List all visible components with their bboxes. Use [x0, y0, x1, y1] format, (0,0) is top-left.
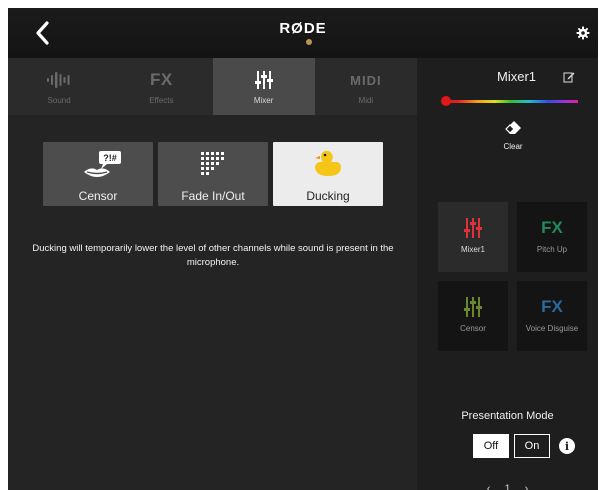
pad-label: Voice Disguise: [525, 324, 579, 333]
effects-area: ?!# Censor Fade In/Out Ducking Ducking w…: [8, 115, 417, 490]
info-icon[interactable]: i: [559, 438, 575, 454]
censor-lips-icon: ?!#: [84, 151, 121, 177]
top-bar: RØDE: [8, 8, 598, 58]
pad-label: Censor: [460, 324, 486, 333]
mode-tabs: Sound FX Effects Mixer MIDI Midi: [8, 58, 417, 115]
fade-grid-icon: [201, 152, 224, 175]
edit-icon: [563, 72, 575, 83]
clear-label: Clear: [503, 142, 523, 151]
pager-page-number: 1: [504, 483, 511, 490]
midi-icon: MIDI: [350, 72, 382, 88]
pad-label: Pitch Up: [536, 245, 568, 254]
eraser-icon: [505, 121, 521, 134]
effect-description: Ducking will temporarily lower the level…: [32, 243, 394, 268]
tab-sound[interactable]: Sound: [8, 58, 110, 115]
fx-icon: FX: [150, 70, 173, 89]
tab-label: Mixer: [253, 96, 274, 105]
tab-midi[interactable]: MIDI Midi: [315, 58, 417, 115]
fx-icon: FX: [541, 218, 563, 237]
mixer-sliders-icon: [254, 71, 273, 89]
effect-label: Ducking: [306, 189, 350, 203]
effect-card-ducking[interactable]: Ducking: [273, 142, 383, 206]
waveform-icon: [47, 72, 70, 88]
gear-icon: [576, 26, 590, 40]
clear-button[interactable]: Clear: [501, 119, 525, 151]
pad-name: Mixer1: [497, 69, 537, 84]
pad-voice-disguise[interactable]: FX Voice Disguise: [517, 281, 587, 351]
rode-logo: RØDE: [279, 20, 327, 37]
duck-icon: [315, 150, 341, 176]
color-track: [444, 100, 578, 103]
pad-panel: Mixer1 Clear Mixer1 FX Pitch Up Censor F…: [417, 58, 598, 490]
pad-grid: Mixer1 FX Pitch Up Censor FX Voice Disgu…: [438, 202, 587, 351]
effect-options: ?!# Censor Fade In/Out Ducking: [43, 142, 383, 206]
effect-label: Fade In/Out: [181, 189, 245, 203]
pad-label: Mixer1: [460, 245, 485, 254]
effect-label: Censor: [78, 189, 118, 203]
tab-label: Midi: [358, 96, 374, 105]
pager-next-button[interactable]: ›: [525, 483, 529, 490]
logo-dot: [306, 39, 312, 45]
tab-label: Effects: [149, 96, 174, 105]
presentation-mode-title: Presentation Mode: [461, 410, 554, 422]
pager-prev-button[interactable]: ‹: [487, 483, 491, 490]
color-slider[interactable]: [441, 96, 578, 106]
presentation-on-button[interactable]: On: [514, 434, 550, 458]
edit-name-button[interactable]: [563, 70, 575, 83]
app-window: RØDE Sound FX Effects Mixer MIDI Midi ?!…: [8, 8, 598, 490]
effect-card-fade[interactable]: Fade In/Out: [158, 142, 268, 206]
censor-symbols: ?!#: [103, 153, 117, 163]
presentation-off-button[interactable]: Off: [473, 434, 509, 458]
mixer-sliders-icon: [464, 297, 482, 317]
tab-mixer[interactable]: Mixer: [212, 58, 315, 115]
pad-censor[interactable]: Censor: [438, 281, 508, 351]
pad-mixer1[interactable]: Mixer1: [438, 202, 508, 272]
effect-card-censor[interactable]: ?!# Censor: [43, 142, 153, 206]
tab-effects[interactable]: FX Effects: [110, 58, 212, 115]
tab-label: Sound: [47, 96, 71, 105]
mixer-sliders-icon: [464, 218, 482, 238]
presentation-mode-toggle: Off On i: [473, 434, 575, 458]
fx-icon: FX: [541, 297, 563, 316]
settings-button[interactable]: [576, 26, 590, 40]
color-slider-knob[interactable]: [441, 96, 451, 106]
pad-pitch-up[interactable]: FX Pitch Up: [517, 202, 587, 272]
pad-pager: ‹ 1 ›: [417, 483, 598, 490]
